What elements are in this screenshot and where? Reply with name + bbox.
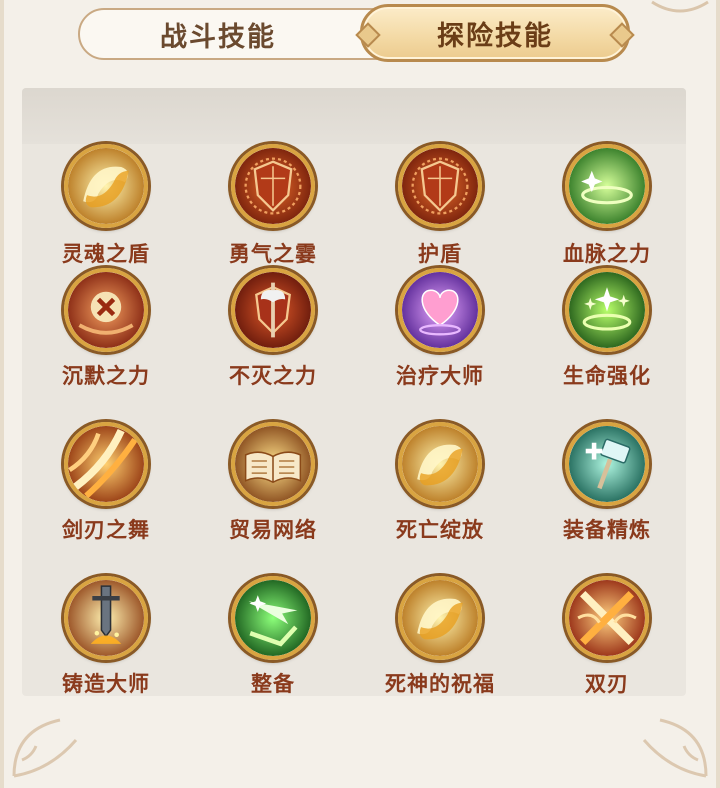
skill-item[interactable]: 沉默之力	[22, 268, 190, 418]
skill-item[interactable]: 治疗大师	[356, 268, 524, 418]
green-arrow-icon[interactable]	[231, 576, 315, 660]
skill-item[interactable]: 死神的祝福	[356, 576, 524, 696]
skill-name-label: 灵魂之盾	[62, 242, 150, 266]
skill-list-panel[interactable]: 灵魂之盾 勇气之霎 护盾 血脉之力沉默之力 不灭之力 治疗大师 生命强化剑刃之舞 贸易网络 死亡…	[22, 88, 686, 696]
green-aura-icon[interactable]	[565, 144, 649, 228]
pink-heart-icon[interactable]	[398, 268, 482, 352]
corner-ornament-icon	[651, 0, 709, 13]
skill-tabs: 战斗技能 探险技能	[78, 4, 635, 62]
corner-ornament-icon	[642, 718, 708, 778]
diamond-ornament-icon	[609, 22, 635, 48]
silence-cross-icon[interactable]	[64, 268, 148, 352]
golden-swirl-icon[interactable]	[398, 576, 482, 660]
skill-name-label: 剑刃之舞	[62, 518, 150, 542]
skill-name-label: 护盾	[418, 242, 462, 266]
skill-item[interactable]: 死亡绽放	[356, 422, 524, 572]
skill-name-label: 血脉之力	[563, 242, 651, 266]
red-shield-icon[interactable]	[231, 144, 315, 228]
skill-name-label: 生命强化	[563, 364, 651, 388]
teal-hammer-icon[interactable]	[565, 422, 649, 506]
skill-grid: 灵魂之盾 勇气之霎 护盾 血脉之力沉默之力 不灭之力 治疗大师 生命强化剑刃之舞 贸易网络 死亡…	[22, 88, 686, 696]
skill-item[interactable]: 剑刃之舞	[22, 422, 190, 572]
tab-adventure-skills-label: 探险技能	[437, 20, 553, 52]
skill-item[interactable]: 贸易网络	[189, 422, 357, 572]
skill-item[interactable]: 整备	[189, 576, 357, 696]
skill-name-label: 装备精炼	[563, 518, 651, 542]
red-shield-icon[interactable]	[398, 144, 482, 228]
skill-name-label: 不灭之力	[229, 364, 317, 388]
skill-name-label: 治疗大师	[396, 364, 484, 388]
green-sparkle-icon[interactable]	[565, 268, 649, 352]
skill-item[interactable]: 铸造大师	[22, 576, 190, 696]
tab-combat-skills-label: 战斗技能	[160, 21, 276, 53]
axe-shield-icon[interactable]	[231, 268, 315, 352]
skill-name-label: 贸易网络	[229, 518, 317, 542]
crossed-blades-icon[interactable]	[565, 576, 649, 660]
corner-ornament-icon	[12, 718, 78, 778]
tab-combat-skills[interactable]: 战斗技能	[78, 8, 378, 60]
skill-item[interactable]: 不灭之力	[189, 268, 357, 418]
forge-sword-icon[interactable]	[64, 576, 148, 660]
skill-item[interactable]: 装备精炼	[523, 422, 686, 572]
skill-name-label: 沉默之力	[62, 364, 150, 388]
skill-name-label: 双刃	[585, 672, 629, 696]
golden-swirl-icon[interactable]	[398, 422, 482, 506]
open-book-icon[interactable]	[231, 422, 315, 506]
blade-slash-icon[interactable]	[64, 422, 148, 506]
skill-item[interactable]: 生命强化	[523, 268, 686, 418]
skill-name-label: 死亡绽放	[396, 518, 484, 542]
skill-name-label: 整备	[251, 672, 295, 696]
tab-adventure-skills[interactable]: 探险技能	[355, 4, 635, 62]
skill-name-label: 死神的祝福	[385, 672, 495, 696]
skill-name-label: 勇气之霎	[229, 242, 317, 266]
golden-swirl-icon[interactable]	[64, 144, 148, 228]
skills-window: 战斗技能 探险技能 灵魂之盾 勇气之霎 护盾 血脉之力沉默之力 不灭之力 治疗大师 生命强化…	[0, 0, 720, 788]
skill-item[interactable]: 双刃	[523, 576, 686, 696]
skill-name-label: 铸造大师	[62, 672, 150, 696]
